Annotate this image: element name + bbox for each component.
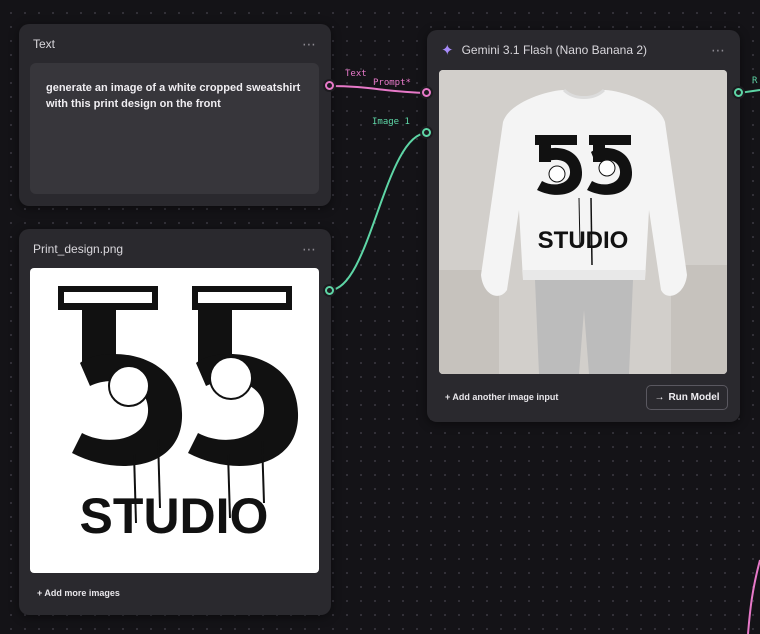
add-image-input-button[interactable]: + Add another image input (445, 392, 558, 402)
image-node-title: Print_design.png (33, 242, 124, 256)
model-node-header: ✦ Gemini 3.1 Flash (Nano Banana 2) ⋯ (427, 30, 740, 70)
design-studio-text: STUDIO (80, 488, 269, 544)
add-more-images-button[interactable]: + Add more images (37, 588, 120, 598)
prompt-textarea[interactable]: generate an image of a white cropped swe… (30, 63, 319, 194)
result-output-port[interactable] (732, 86, 745, 99)
arrow-right-icon: → (654, 392, 665, 403)
text-node[interactable]: Text ⋯ generate an image of a white crop… (19, 24, 331, 206)
image-edge-label: Image 1 (372, 117, 410, 127)
prompt-input-port[interactable] (420, 86, 433, 99)
image-input-port[interactable] (420, 126, 433, 139)
outgoing-wire (747, 559, 760, 634)
sparkle-icon: ✦ (441, 42, 454, 59)
image-node[interactable]: Print_design.png ⋯ STUDIO + Add more ima… (19, 229, 331, 615)
image-node-header: Print_design.png ⋯ (19, 229, 331, 269)
run-model-label: Run Model (668, 392, 720, 403)
print-design-image: STUDIO (30, 268, 319, 573)
image-wire (329, 132, 428, 291)
text-node-title: Text (33, 37, 56, 51)
mini-studio-text: STUDIO (538, 227, 629, 254)
text-node-menu-icon[interactable]: ⋯ (302, 36, 317, 53)
model-node-menu-icon[interactable]: ⋯ (711, 42, 726, 59)
text-output-port[interactable] (323, 79, 336, 92)
result-edge-label: R (752, 76, 758, 86)
model-node-title: Gemini 3.1 Flash (Nano Banana 2) (461, 43, 648, 57)
design-five-right (188, 286, 299, 519)
text-node-header: Text ⋯ (19, 24, 331, 64)
text-edge-label: Text (345, 69, 367, 79)
model-node[interactable]: ✦ Gemini 3.1 Flash (Nano Banana 2) ⋯ STU… (427, 30, 740, 422)
image-node-menu-icon[interactable]: ⋯ (302, 241, 317, 258)
image-output-port[interactable] (323, 284, 336, 297)
run-model-button[interactable]: → Run Model (646, 385, 728, 410)
generated-image: STUDIO (439, 70, 727, 374)
prompt-edge-label: Prompt* (373, 78, 411, 88)
